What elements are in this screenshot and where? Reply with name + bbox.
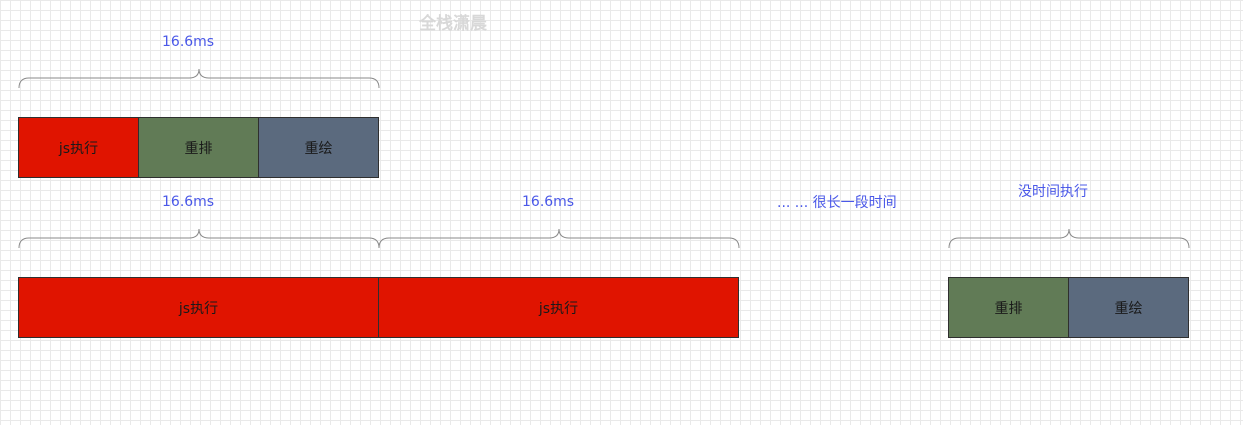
late-repaint-block: 重绘 bbox=[1068, 277, 1189, 338]
top-reflow-block: 重排 bbox=[138, 117, 259, 178]
bottom-js-label-1: js执行 bbox=[178, 300, 219, 317]
bottom-frame2-brace bbox=[378, 228, 740, 249]
bottom-frame2-duration-label: 16.6ms bbox=[522, 194, 575, 210]
top-repaint-block: 重绘 bbox=[258, 117, 379, 178]
diagram-canvas: 全栈潇晨 16.6ms js执行 重排 重绘 16.6ms 16.6ms ...… bbox=[0, 0, 1243, 425]
top-repaint-label: 重绘 bbox=[304, 140, 333, 157]
top-js-label: js执行 bbox=[58, 140, 99, 157]
bottom-js-label-2: js执行 bbox=[538, 300, 579, 317]
no-time-label: 没时间执行 bbox=[1018, 184, 1088, 200]
top-js-block: js执行 bbox=[18, 117, 139, 178]
watermark: 全栈潇晨 bbox=[419, 14, 487, 34]
bottom-frame1-duration-label: 16.6ms bbox=[162, 194, 215, 210]
late-reflow-block: 重排 bbox=[948, 277, 1069, 338]
bottom-frame1-brace bbox=[18, 228, 380, 249]
top-frame-brace bbox=[18, 68, 380, 89]
top-reflow-label: 重排 bbox=[184, 140, 213, 157]
bottom-js-block-1: js执行 bbox=[18, 277, 379, 338]
late-reflow-label: 重排 bbox=[994, 300, 1023, 317]
late-work-brace bbox=[948, 228, 1190, 249]
long-gap-label: ... ... 很长一段时间 bbox=[777, 195, 897, 211]
late-repaint-label: 重绘 bbox=[1114, 300, 1143, 317]
top-frame-duration-label: 16.6ms bbox=[162, 34, 215, 50]
bottom-js-block-2: js执行 bbox=[378, 277, 739, 338]
